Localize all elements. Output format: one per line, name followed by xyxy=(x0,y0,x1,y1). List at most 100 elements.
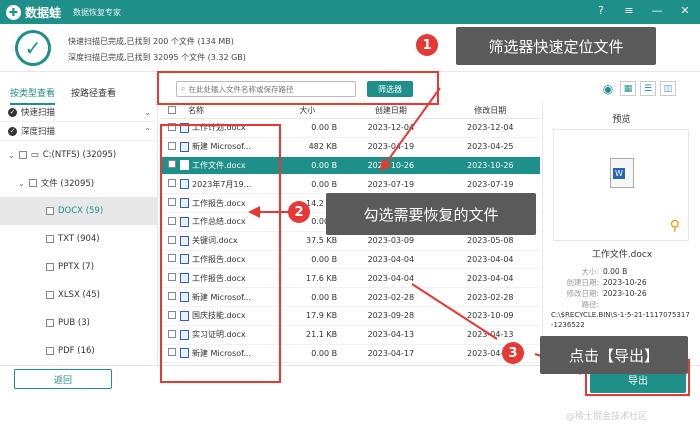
checkbox[interactable] xyxy=(46,207,54,215)
tree-item-pub[interactable]: PUB (3) xyxy=(0,309,157,337)
detail-view-icon[interactable]: ◫ xyxy=(660,81,676,96)
scan-item-deep[interactable]: ✓ 深度扫描 ⌃ xyxy=(0,122,157,141)
table-row[interactable]: 新建 Microsof... 482 KB 2023-04-19 2023-04-25 xyxy=(160,138,540,157)
created-label: 创建日期: xyxy=(566,278,599,287)
checkbox[interactable] xyxy=(46,347,54,355)
file-created: 2023-04-04 xyxy=(367,273,415,283)
menu-icon[interactable]: ≡ xyxy=(622,4,636,17)
word-file-icon xyxy=(180,216,189,227)
file-name: 新建 Microsof... xyxy=(192,348,251,358)
app-logo: ✚ 数据蛙 xyxy=(6,4,61,21)
scan-item-quick[interactable]: ✓ 快速扫描 ⌄ xyxy=(0,103,157,122)
file-created: 2023-04-13 xyxy=(367,330,415,340)
tree-item-xlsx[interactable]: XLSX (45) xyxy=(0,281,157,309)
table-row[interactable]: 实习证明.docx 21.1 KB 2023-04-13 2023-04-13 xyxy=(160,326,540,345)
app-subtitle: 数据恢复专家 xyxy=(73,7,122,17)
step-2-marker: 2 xyxy=(288,201,310,223)
file-name: 工作报告.docx xyxy=(192,198,246,208)
path-label: 路径: xyxy=(581,300,599,309)
tree-item-label: PUB (3) xyxy=(58,318,90,328)
file-created: 2023-09-28 xyxy=(367,311,415,321)
chevron-down-icon[interactable]: ⌄ xyxy=(8,151,15,160)
preview-title: 预览 xyxy=(612,115,631,125)
watermark: @稀土掘金技术社区 xyxy=(566,412,648,422)
search-input[interactable] xyxy=(188,84,339,94)
file-modified: 2023-04-25 xyxy=(467,142,514,152)
file-created: 2023-10-26 xyxy=(367,160,415,170)
eye-icon[interactable]: ◉ xyxy=(600,81,616,96)
chevron-down-icon[interactable]: ⌄ xyxy=(18,179,25,188)
file-created: 2023-04-17 xyxy=(367,348,415,358)
file-name: 工作计划.docx xyxy=(192,123,246,133)
checkbox[interactable] xyxy=(46,263,54,271)
list-view-icon[interactable]: ☰ xyxy=(640,81,656,96)
size-label: 大小: xyxy=(581,267,599,276)
minimize-icon[interactable]: — xyxy=(650,4,664,17)
column-size[interactable]: 大小 xyxy=(277,105,341,116)
tree-item-drive[interactable]: ⌄ ▭ C:(NTFS) (32095) xyxy=(0,141,157,169)
tree-item-pptx[interactable]: PPTX (7) xyxy=(0,253,157,281)
column-name[interactable]: 名称 xyxy=(174,105,277,116)
step-3-callout: 点击【导出】 xyxy=(540,336,688,374)
file-created: 2023-04-19 xyxy=(367,142,415,152)
search-icon: ⌕ xyxy=(181,84,186,93)
filter-button[interactable]: 筛选器 xyxy=(367,81,413,97)
table-row[interactable]: 工作文件.docx 0.00 B 2023-10-26 2023-10-26 xyxy=(160,156,540,176)
tree-item-files[interactable]: ⌄ 文件 (32095) xyxy=(0,169,157,197)
close-icon[interactable]: ✕ xyxy=(678,4,692,17)
view-mode-buttons: ◉ ▦ ☰ ◫ xyxy=(600,81,676,96)
file-modified: 2023-02-28 xyxy=(467,292,514,302)
file-created: 2023-02-28 xyxy=(367,292,415,302)
column-modified[interactable]: 修改日期 xyxy=(441,105,540,116)
table-row[interactable]: 工作报告.docx 17.6 KB 2023-04-04 2023-04-04 xyxy=(160,269,540,289)
word-file-icon xyxy=(180,198,189,209)
path-value: C:\$RECYCLE.BIN\S-1-5-21-1117075317-1236… xyxy=(551,311,690,329)
file-name: 工作文件.docx xyxy=(192,160,246,170)
chevron-down-icon[interactable]: ⌄ xyxy=(144,108,151,117)
file-name: 新建 Microsof... xyxy=(192,292,251,302)
checkbox[interactable] xyxy=(28,179,37,187)
word-file-icon xyxy=(180,254,189,265)
file-name: 2023年7月19... xyxy=(192,179,252,189)
word-file-icon xyxy=(180,160,189,171)
tree-item-docx[interactable]: DOCX (59) xyxy=(0,197,157,225)
file-created: 2023-03-09 xyxy=(367,236,415,246)
checkbox[interactable] xyxy=(18,151,27,159)
checkbox[interactable] xyxy=(46,319,54,327)
word-file-icon xyxy=(180,329,189,340)
table-row[interactable]: 新建 Microsof... 0.00 B 2023-02-28 2023-02-28 xyxy=(160,288,540,307)
back-button[interactable]: 返回 xyxy=(14,369,112,389)
tree-item-label: PDF (16) xyxy=(58,346,95,356)
table-row[interactable]: 国庆技能.docx 17.9 KB 2023-09-28 2023-10-09 xyxy=(160,307,540,326)
table-row[interactable]: 工作报告.docx 0.00 B 2023-04-04 2023-04-04 xyxy=(160,251,540,270)
file-name: 工作总结.docx xyxy=(192,217,246,227)
search-box[interactable]: ⌕ xyxy=(176,81,356,97)
column-created[interactable]: 创建日期 xyxy=(341,105,440,116)
table-row[interactable]: 工作计划.docx 0.00 B 2023-12-04 2023-12-04 xyxy=(160,119,540,138)
help-icon[interactable]: ? xyxy=(594,4,608,17)
word-file-icon xyxy=(180,348,189,359)
preview-info: 大小: 0.00 B 创建日期: 2023-10-26 修改日期: 2023-10-2… xyxy=(551,266,691,330)
file-size: 0.00 B xyxy=(311,160,338,170)
zoom-icon[interactable]: ⚲ xyxy=(670,218,680,234)
table-row[interactable]: 2023年7月19... 0.00 B 2023-07-19 2023-07-19 xyxy=(160,175,540,195)
file-size: 17.6 KB xyxy=(306,273,338,283)
checkbox[interactable] xyxy=(46,291,54,299)
modified-label: 修改日期: xyxy=(566,289,599,298)
tree-item-label: TXT (904) xyxy=(58,234,100,244)
word-file-icon xyxy=(180,235,189,246)
step-2-callout: 勾选需要恢复的文件 xyxy=(326,193,536,235)
chevron-up-icon[interactable]: ⌃ xyxy=(144,127,151,136)
file-name: 实习证明.docx xyxy=(192,330,246,340)
table-row[interactable]: 新建 Microsof... 0.00 B 2023-04-17 2023-04-17 xyxy=(160,345,540,364)
word-file-icon xyxy=(180,141,189,152)
tree-item-label: 文件 (32095) xyxy=(40,179,95,189)
file-size: 0.00 B xyxy=(311,292,338,302)
grid-view-icon[interactable]: ▦ xyxy=(620,81,636,96)
file-name: 工作报告.docx xyxy=(192,273,246,283)
file-created: 2023-07-19 xyxy=(367,179,415,189)
checkbox[interactable] xyxy=(46,235,54,243)
tree-item-txt[interactable]: TXT (904) xyxy=(0,225,157,253)
tree-item-pdf[interactable]: PDF (16) xyxy=(0,337,157,365)
preview-panel: 预览 ⚲ 工作文件.docx 大小: 0.00 B 创建日期: 2023-10-26… xyxy=(542,103,700,365)
